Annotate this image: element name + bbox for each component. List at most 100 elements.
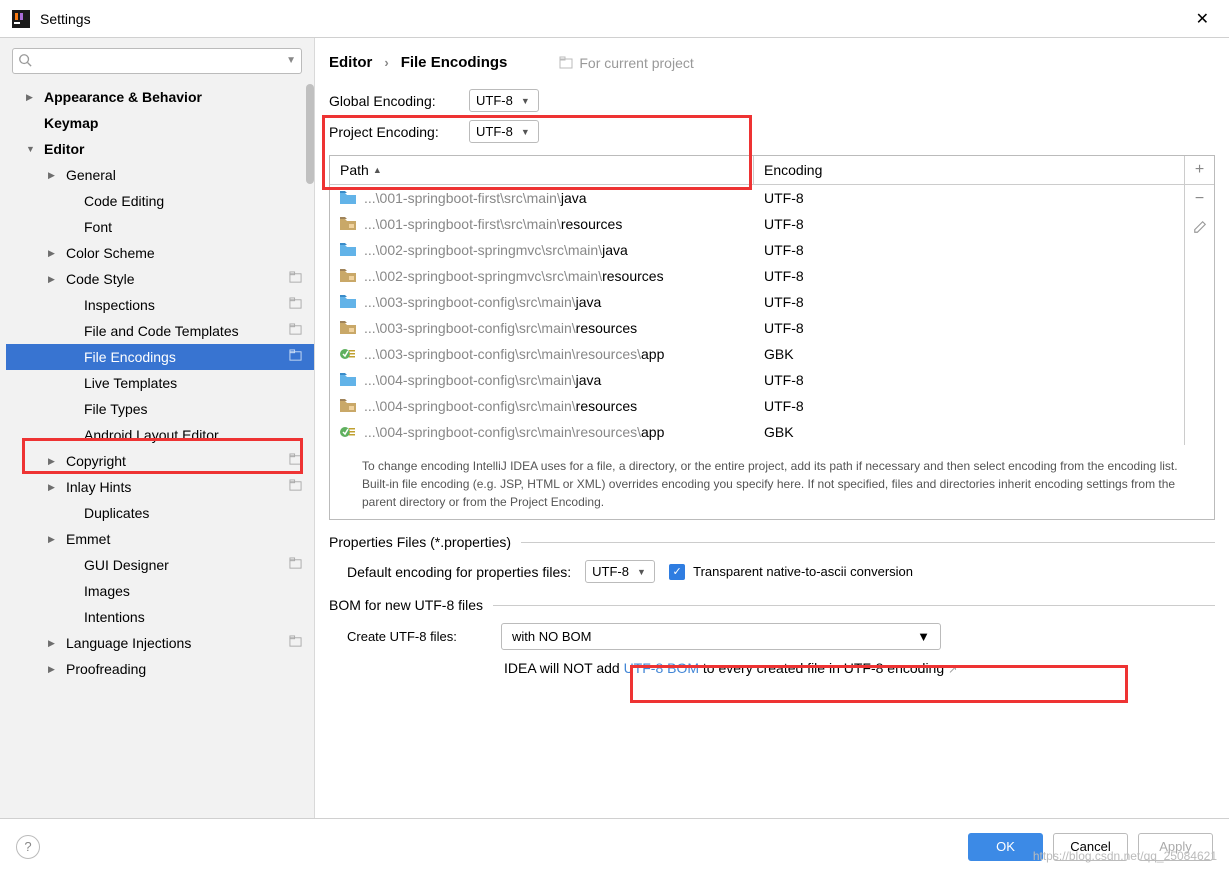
sidebar-item-intentions[interactable]: Intentions: [6, 604, 314, 630]
sidebar-item-code-editing[interactable]: Code Editing: [6, 188, 314, 214]
tree-item-label: Editor: [44, 141, 302, 157]
row-path: ...\001-springboot-first\src\main\java: [364, 190, 764, 206]
row-path: ...\002-springboot-springmvc\src\main\re…: [364, 268, 764, 284]
sidebar-item-code-style[interactable]: Code Style: [6, 266, 314, 292]
external-link-icon: ↗: [948, 664, 957, 676]
edit-button[interactable]: [1185, 213, 1214, 241]
tree-item-label: Proofreading: [66, 661, 302, 677]
table-row[interactable]: ...\001-springboot-first\src\main\resour…: [330, 211, 1184, 237]
row-path: ...\003-springboot-config\src\main\java: [364, 294, 764, 310]
native-to-ascii-label[interactable]: Transparent native-to-ascii conversion: [693, 564, 913, 579]
app-icon: [12, 10, 30, 28]
tree-arrow-icon: [48, 274, 62, 285]
sidebar-item-color-scheme[interactable]: Color Scheme: [6, 240, 314, 266]
sidebar-item-images[interactable]: Images: [6, 578, 314, 604]
table-row[interactable]: ...\004-springboot-config\src\main\resou…: [330, 419, 1184, 445]
tree-arrow-icon: [48, 170, 62, 181]
create-utf8-combo[interactable]: with NO BOM▼: [501, 623, 941, 650]
row-encoding: GBK: [764, 346, 1174, 362]
ok-button[interactable]: OK: [968, 833, 1043, 861]
sidebar-item-inspections[interactable]: Inspections: [6, 292, 314, 318]
scrollbar[interactable]: [306, 84, 314, 184]
remove-button[interactable]: −: [1185, 185, 1214, 213]
utf8-bom-link[interactable]: UTF-8 BOM: [624, 660, 699, 676]
tree-item-label: Code Style: [66, 271, 289, 287]
sidebar-item-file-encodings[interactable]: File Encodings: [6, 344, 314, 370]
row-path: ...\003-springboot-config\src\main\resou…: [364, 320, 764, 336]
row-encoding: UTF-8: [764, 242, 1174, 258]
tree-arrow-icon: [48, 638, 62, 649]
breadcrumb-editor[interactable]: Editor: [329, 54, 372, 71]
sidebar-item-appearance-behavior[interactable]: Appearance & Behavior: [6, 84, 314, 110]
native-to-ascii-checkbox[interactable]: ✓: [669, 564, 685, 580]
folder-icon: [340, 217, 358, 231]
sidebar-item-live-templates[interactable]: Live Templates: [6, 370, 314, 396]
bom-section-title: BOM for new UTF-8 files: [329, 597, 1215, 613]
window-title: Settings: [40, 11, 1188, 27]
tree-item-label: Inlay Hints: [66, 479, 289, 495]
sidebar-item-android-layout-editor[interactable]: Android Layout Editor: [6, 422, 314, 448]
folder-icon: [340, 399, 358, 413]
table-row[interactable]: ...\001-springboot-first\src\main\javaUT…: [330, 185, 1184, 211]
sidebar-item-emmet[interactable]: Emmet: [6, 526, 314, 552]
table-row[interactable]: ...\003-springboot-config\src\main\resou…: [330, 341, 1184, 367]
project-badge-icon: [289, 349, 302, 365]
search-input[interactable]: [12, 48, 302, 74]
sidebar-item-language-injections[interactable]: Language Injections: [6, 630, 314, 656]
sidebar-item-inlay-hints[interactable]: Inlay Hints: [6, 474, 314, 500]
tree-item-label: Copyright: [66, 453, 289, 469]
table-row[interactable]: ...\003-springboot-config\src\main\javaU…: [330, 289, 1184, 315]
sidebar-item-proofreading[interactable]: Proofreading: [6, 656, 314, 682]
column-encoding[interactable]: Encoding: [754, 156, 1184, 184]
table-row[interactable]: ...\002-springboot-springmvc\src\main\re…: [330, 263, 1184, 289]
sidebar-item-file-types[interactable]: File Types: [6, 396, 314, 422]
sidebar-item-general[interactable]: General: [6, 162, 314, 188]
breadcrumb-separator: ›: [384, 55, 388, 70]
project-badge-icon: [289, 271, 302, 287]
sidebar-item-editor[interactable]: Editor: [6, 136, 314, 162]
tree-item-label: Keymap: [44, 115, 302, 131]
tree-item-label: Intentions: [84, 609, 302, 625]
properties-file-icon: [340, 425, 358, 439]
properties-section-title: Properties Files (*.properties): [329, 534, 1215, 550]
table-row[interactable]: ...\004-springboot-config\src\main\javaU…: [330, 367, 1184, 393]
tree-item-label: File Types: [84, 401, 302, 417]
tree-arrow-icon: [48, 248, 62, 259]
row-encoding: UTF-8: [764, 398, 1174, 414]
sidebar-item-file-and-code-templates[interactable]: File and Code Templates: [6, 318, 314, 344]
encoding-table: Path ▲ Encoding + ...\001-springboot-fir…: [329, 155, 1215, 520]
project-badge-icon: [289, 557, 302, 573]
cancel-button[interactable]: Cancel: [1053, 833, 1128, 861]
add-button[interactable]: +: [1185, 156, 1214, 184]
table-row[interactable]: ...\003-springboot-config\src\main\resou…: [330, 315, 1184, 341]
row-path: ...\004-springboot-config\src\main\resou…: [364, 424, 764, 440]
apply-button[interactable]: Apply: [1138, 833, 1213, 861]
properties-file-icon: [340, 347, 358, 361]
create-utf8-label: Create UTF-8 files:: [347, 629, 487, 644]
search-history-icon[interactable]: ▼: [286, 55, 296, 66]
sidebar-item-copyright[interactable]: Copyright: [6, 448, 314, 474]
close-button[interactable]: ✕: [1188, 5, 1217, 33]
tree-item-label: General: [66, 167, 302, 183]
project-encoding-combo[interactable]: UTF-8▼: [469, 120, 539, 143]
bom-note: IDEA will NOT add UTF-8 BOM to every cre…: [329, 660, 1215, 676]
column-path[interactable]: Path ▲: [330, 156, 754, 184]
tree-item-label: Color Scheme: [66, 245, 302, 261]
table-row[interactable]: ...\002-springboot-springmvc\src\main\ja…: [330, 237, 1184, 263]
row-encoding: UTF-8: [764, 372, 1174, 388]
sidebar-item-font[interactable]: Font: [6, 214, 314, 240]
sidebar-item-duplicates[interactable]: Duplicates: [6, 500, 314, 526]
row-path: ...\002-springboot-springmvc\src\main\ja…: [364, 242, 764, 258]
sidebar: ▼ Appearance & Behavior Keymap Editor Gener…: [0, 38, 315, 818]
folder-icon: [340, 321, 358, 335]
global-encoding-combo[interactable]: UTF-8▼: [469, 89, 539, 112]
sidebar-item-gui-designer[interactable]: GUI Designer: [6, 552, 314, 578]
folder-icon: [340, 373, 358, 387]
help-button[interactable]: ?: [16, 835, 40, 859]
tree-arrow-icon: [48, 482, 62, 493]
folder-icon: [340, 243, 358, 257]
sidebar-item-keymap[interactable]: Keymap: [6, 110, 314, 136]
table-row[interactable]: ...\004-springboot-config\src\main\resou…: [330, 393, 1184, 419]
tree-item-label: Font: [84, 219, 302, 235]
properties-encoding-combo[interactable]: UTF-8▼: [585, 560, 655, 583]
